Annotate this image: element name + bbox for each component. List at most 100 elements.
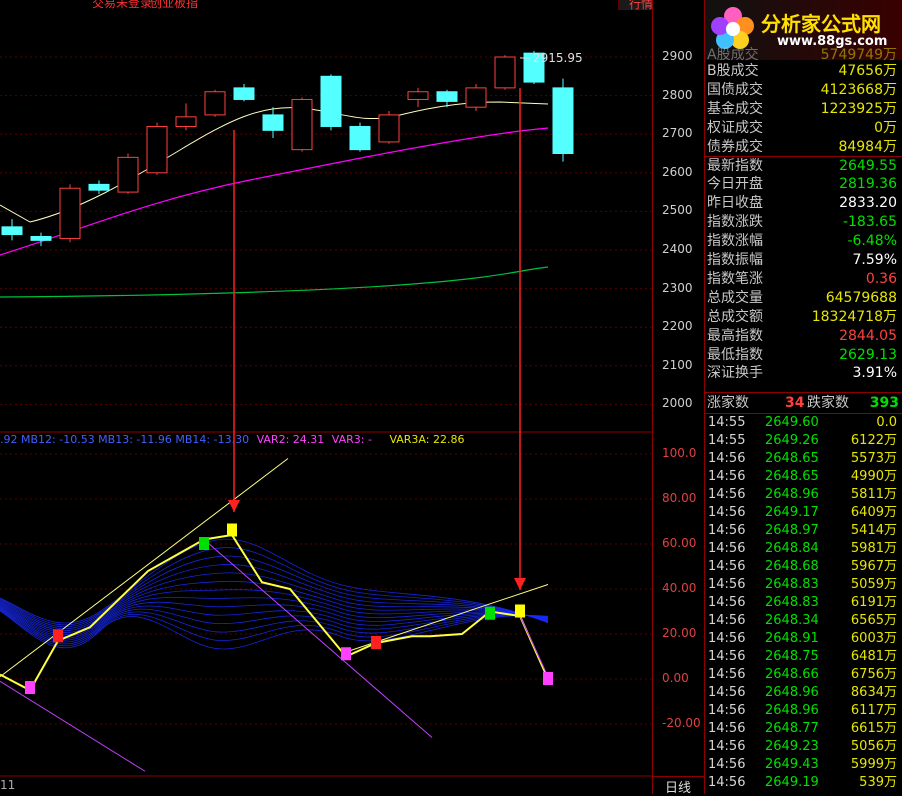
tick-price: 2648.84	[765, 541, 819, 556]
chart-area[interactable]: 2915.95	[0, 0, 652, 794]
tick-price: 2648.96	[765, 703, 819, 718]
tick-row[interactable]: 14:56 2649.23 5056万	[705, 738, 902, 756]
tick-row[interactable]: 14:56 2648.84 5981万	[705, 540, 902, 558]
signal-marker	[227, 523, 237, 537]
advance-decline-row: 涨家数 34 跌家数 393	[705, 392, 902, 414]
signal-marker	[53, 629, 63, 643]
candle-body	[291, 98, 313, 151]
tick-price: 2648.97	[765, 523, 819, 538]
stat-label: 权证成交	[707, 119, 763, 136]
market-info-panel: 分析家公式网 www.88gs.com A股成交 5749749万 涨家数 34…	[704, 0, 902, 794]
candle-body	[494, 56, 516, 89]
tick-volume: 5967万	[850, 559, 897, 574]
stat-label: 今日开盘	[707, 176, 763, 193]
tick-price: 2648.68	[765, 559, 819, 574]
stat-row: 昨日收盘 2833.20	[705, 194, 902, 213]
y-tick-label: 2000	[662, 396, 693, 411]
tick-row[interactable]: 14:56 2648.65 5573万	[705, 450, 902, 468]
tick-row[interactable]: 14:56 2648.97 5414万	[705, 522, 902, 540]
tick-price: 2648.83	[765, 577, 819, 592]
stat-label: 昨日收盘	[707, 195, 763, 212]
period-button[interactable]: 日线	[652, 776, 704, 796]
signal-marker	[485, 606, 495, 620]
stat-label: B股成交	[707, 63, 759, 79]
y-tick-label: 60.00	[662, 536, 697, 550]
tick-price: 2648.77	[765, 721, 819, 736]
tick-row[interactable]: 14:56 2648.65 4990万	[705, 468, 902, 486]
candlestick-chart[interactable]: 2915.95	[0, 0, 652, 794]
y-tick-label: 2400	[662, 242, 693, 256]
stat-label: 最新指数	[707, 157, 763, 174]
stat-value: 4123668万	[820, 81, 897, 98]
signal-marker	[199, 537, 209, 550]
signal-marker	[25, 681, 35, 694]
tick-row[interactable]: 14:56 2648.83 6191万	[705, 594, 902, 612]
stat-row: 今日开盘 2819.36	[705, 175, 902, 194]
tick-time: 14:55	[708, 433, 746, 448]
high-label: 2915.95	[533, 51, 583, 65]
stat-label: 深证换手	[707, 365, 763, 382]
stat-label: 总成交额	[707, 308, 763, 325]
tick-row[interactable]: 14:56 2649.17 6409万	[705, 504, 902, 522]
tick-price: 2648.34	[765, 613, 819, 628]
fan-line	[0, 555, 549, 628]
candle-body	[436, 91, 458, 102]
stat-value: 0.36	[865, 270, 897, 287]
y-tick-label: 20.00	[662, 626, 697, 640]
fan-line	[0, 547, 549, 626]
decliners-count: 393	[869, 395, 899, 411]
tick-row[interactable]: 14:56 2648.96 5811万	[705, 486, 902, 504]
tick-row[interactable]: 14:56 2648.34 6565万	[705, 612, 902, 630]
tick-row[interactable]: 14:56 2649.43 5999万	[705, 756, 902, 774]
tick-price: 2649.60	[765, 415, 819, 430]
tick-row[interactable]: 14:56 2648.75 6481万	[705, 648, 902, 666]
trendline-down-3	[519, 615, 549, 677]
tick-row[interactable]: 14:56 2648.68 5967万	[705, 558, 902, 576]
tick-row[interactable]: 14:55 2649.26 6122万	[705, 432, 902, 450]
tick-volume: 8634万	[850, 685, 897, 700]
tick-volume: 5999万	[850, 757, 897, 772]
tick-row[interactable]: 14:56 2648.91 6003万	[705, 630, 902, 648]
tick-volume: 6481万	[850, 649, 897, 664]
tick-volume: 6565万	[850, 613, 897, 628]
tick-time: 14:56	[708, 757, 746, 772]
legend-var3a: VAR3A: 22.86	[389, 433, 465, 446]
tick-time: 14:56	[708, 685, 746, 700]
tick-volume: 5573万	[850, 451, 897, 466]
candle-body	[30, 235, 52, 241]
candle-body	[407, 91, 429, 100]
legend-mb: .92 MB12: -10.53 MB13: -11.96 MB14: -13.…	[0, 433, 250, 446]
stat-row: 总成交量 64579688	[705, 289, 902, 308]
stat-value: 0万	[874, 119, 897, 136]
tick-price: 2649.26	[765, 433, 819, 448]
tick-time: 14:56	[708, 667, 746, 682]
candle-body	[262, 114, 284, 131]
stat-row: 最新指数 2649.55	[705, 157, 902, 176]
tick-row[interactable]: 14:56 2648.66 6756万	[705, 666, 902, 684]
tick-time: 14:56	[708, 721, 746, 736]
stat-row: 最高指数 2844.05	[705, 327, 902, 346]
tick-row[interactable]: 14:56 2648.96 8634万	[705, 684, 902, 702]
stat-value: 1223925万	[820, 100, 897, 117]
tick-row[interactable]: 14:55 2649.60 0.0	[705, 414, 902, 432]
tick-time: 14:56	[708, 577, 746, 592]
tick-volume: 5056万	[850, 739, 897, 754]
y-tick-label: 2900	[662, 49, 693, 63]
tick-price: 2649.17	[765, 505, 819, 520]
stat-label: 指数振幅	[707, 252, 763, 268]
y-tick-label: 40.00	[662, 581, 697, 595]
arrow-head-icon	[514, 578, 526, 590]
signal-marker	[371, 636, 381, 649]
candle-body	[88, 183, 110, 191]
tick-price: 2649.19	[765, 775, 819, 790]
tick-row[interactable]: 14:56 2649.19 539万	[705, 774, 902, 792]
candle-body	[1, 226, 23, 236]
tick-time: 14:56	[708, 469, 746, 484]
stat-value: -183.65	[842, 214, 897, 231]
y-tick-label: 2300	[662, 280, 693, 295]
indicator-legend: .92 MB12: -10.53 MB13: -11.96 MB14: -13.…	[0, 433, 650, 447]
tick-row[interactable]: 14:56 2648.77 6615万	[705, 720, 902, 738]
y-tick-label: 2200	[662, 319, 693, 334]
tick-row[interactable]: 14:56 2648.83 5059万	[705, 576, 902, 594]
tick-row[interactable]: 14:56 2648.96 6117万	[705, 702, 902, 720]
